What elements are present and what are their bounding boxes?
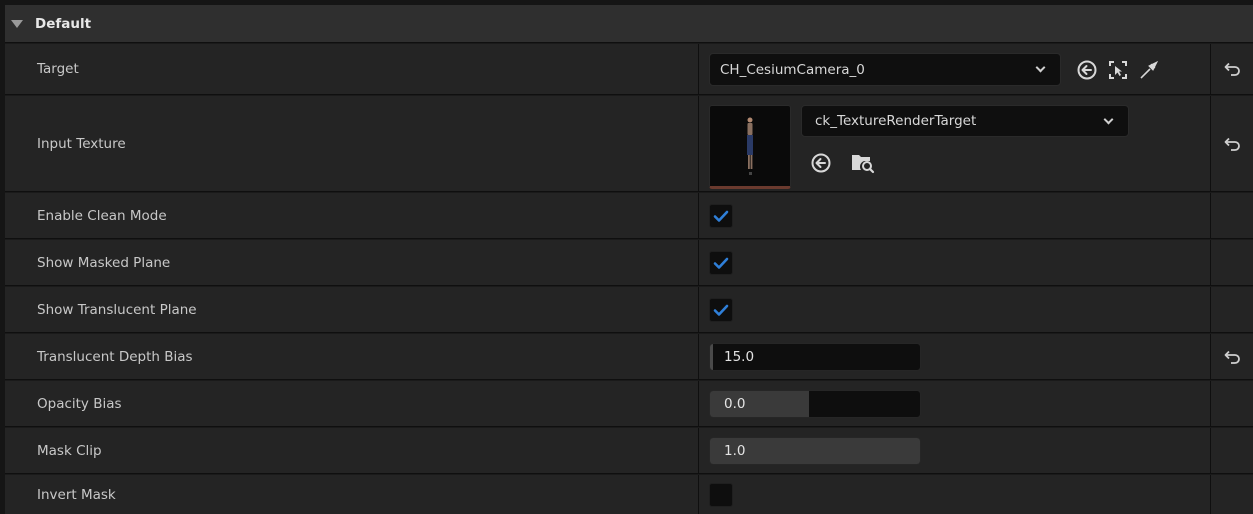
property-label-target: Target xyxy=(5,44,699,94)
property-row-mask-clip: Mask Clip 1.0 xyxy=(5,428,1253,474)
chevron-down-icon xyxy=(1035,62,1046,73)
texture-asset-value: ck_TextureRenderTarget xyxy=(815,113,977,129)
select-actor-icon[interactable] xyxy=(1105,57,1131,83)
texture-asset-dropdown[interactable]: ck_TextureRenderTarget xyxy=(801,105,1129,137)
property-value-show-translucent-plane xyxy=(700,287,1210,332)
mask-clip-value: 1.0 xyxy=(724,443,746,459)
reset-to-default-translucent-depth-bias[interactable] xyxy=(1210,334,1253,379)
texture-thumbnail[interactable] xyxy=(709,105,791,189)
property-value-mask-clip: 1.0 xyxy=(700,428,1210,473)
property-value-opacity-bias: 0.0 xyxy=(700,381,1210,426)
category-title: Default xyxy=(35,15,92,32)
reset-slot xyxy=(1210,193,1253,238)
reset-slot xyxy=(1210,287,1253,332)
property-label-mask-clip: Mask Clip xyxy=(5,428,699,473)
property-label-translucent-depth-bias: Translucent Depth Bias xyxy=(5,334,699,379)
property-row-show-translucent-plane: Show Translucent Plane xyxy=(5,287,1253,333)
reset-arrow-icon xyxy=(1224,62,1240,76)
property-value-target: CH_CesiumCamera_0 xyxy=(700,44,1210,94)
enable-clean-mode-checkbox[interactable] xyxy=(709,204,733,228)
property-value-invert-mask xyxy=(700,475,1210,514)
reset-arrow-icon xyxy=(1224,137,1240,151)
show-translucent-plane-checkbox[interactable] xyxy=(709,298,733,322)
reset-slot xyxy=(1210,428,1253,473)
browse-asset-icon[interactable] xyxy=(848,150,878,176)
property-label-opacity-bias: Opacity Bias xyxy=(5,381,699,426)
show-masked-plane-checkbox[interactable] xyxy=(709,251,733,275)
reset-to-default-target[interactable] xyxy=(1210,44,1253,94)
property-label-enable-clean-mode: Enable Clean Mode xyxy=(5,193,699,238)
property-label-invert-mask: Invert Mask xyxy=(5,475,699,514)
value-fill-bar xyxy=(710,344,713,370)
checkmark-icon xyxy=(713,210,729,222)
reset-slot xyxy=(1210,240,1253,285)
property-row-opacity-bias: Opacity Bias 0.0 xyxy=(5,381,1253,427)
property-label-show-translucent-plane: Show Translucent Plane xyxy=(5,287,699,332)
eyedropper-icon[interactable] xyxy=(1136,57,1162,83)
use-selected-arrow-icon[interactable] xyxy=(1074,57,1100,83)
use-selected-asset-icon[interactable] xyxy=(808,150,834,176)
property-value-translucent-depth-bias: 15.0 xyxy=(700,334,1210,379)
checkmark-icon xyxy=(713,304,729,316)
target-actor-dropdown[interactable]: CH_CesiumCamera_0 xyxy=(709,53,1061,86)
property-row-input-texture: Input Texture ck_TextureRenderTarget xyxy=(5,96,1253,192)
details-panel: Default Target CH_CesiumCamera_0 Input T… xyxy=(5,5,1253,514)
property-row-target: Target CH_CesiumCamera_0 xyxy=(5,44,1253,95)
opacity-bias-value: 0.0 xyxy=(724,396,746,412)
property-row-translucent-depth-bias: Translucent Depth Bias 15.0 xyxy=(5,334,1253,380)
chevron-down-icon xyxy=(1103,114,1114,124)
character-preview-image xyxy=(747,117,753,175)
property-value-show-masked-plane xyxy=(700,240,1210,285)
reset-arrow-icon xyxy=(1224,350,1240,364)
opacity-bias-slider[interactable]: 0.0 xyxy=(709,390,921,418)
property-value-enable-clean-mode xyxy=(700,193,1210,238)
property-value-input-texture: ck_TextureRenderTarget xyxy=(700,96,1210,191)
target-actor-value: CH_CesiumCamera_0 xyxy=(720,61,865,78)
property-label-input-texture: Input Texture xyxy=(5,96,699,191)
mask-clip-slider[interactable]: 1.0 xyxy=(709,437,921,465)
category-header-default[interactable]: Default xyxy=(5,5,1253,43)
invert-mask-checkbox[interactable] xyxy=(709,483,733,507)
property-row-enable-clean-mode: Enable Clean Mode xyxy=(5,193,1253,239)
reset-slot xyxy=(1210,381,1253,426)
property-row-invert-mask: Invert Mask xyxy=(5,475,1253,514)
translucent-depth-bias-input[interactable]: 15.0 xyxy=(709,343,921,371)
reset-slot xyxy=(1210,475,1253,514)
translucent-depth-bias-value: 15.0 xyxy=(724,349,755,365)
property-row-show-masked-plane: Show Masked Plane xyxy=(5,240,1253,286)
reset-to-default-input-texture[interactable] xyxy=(1210,96,1253,191)
checkmark-icon xyxy=(713,257,729,269)
collapse-triangle-icon[interactable] xyxy=(11,19,23,28)
property-label-show-masked-plane: Show Masked Plane xyxy=(5,240,699,285)
